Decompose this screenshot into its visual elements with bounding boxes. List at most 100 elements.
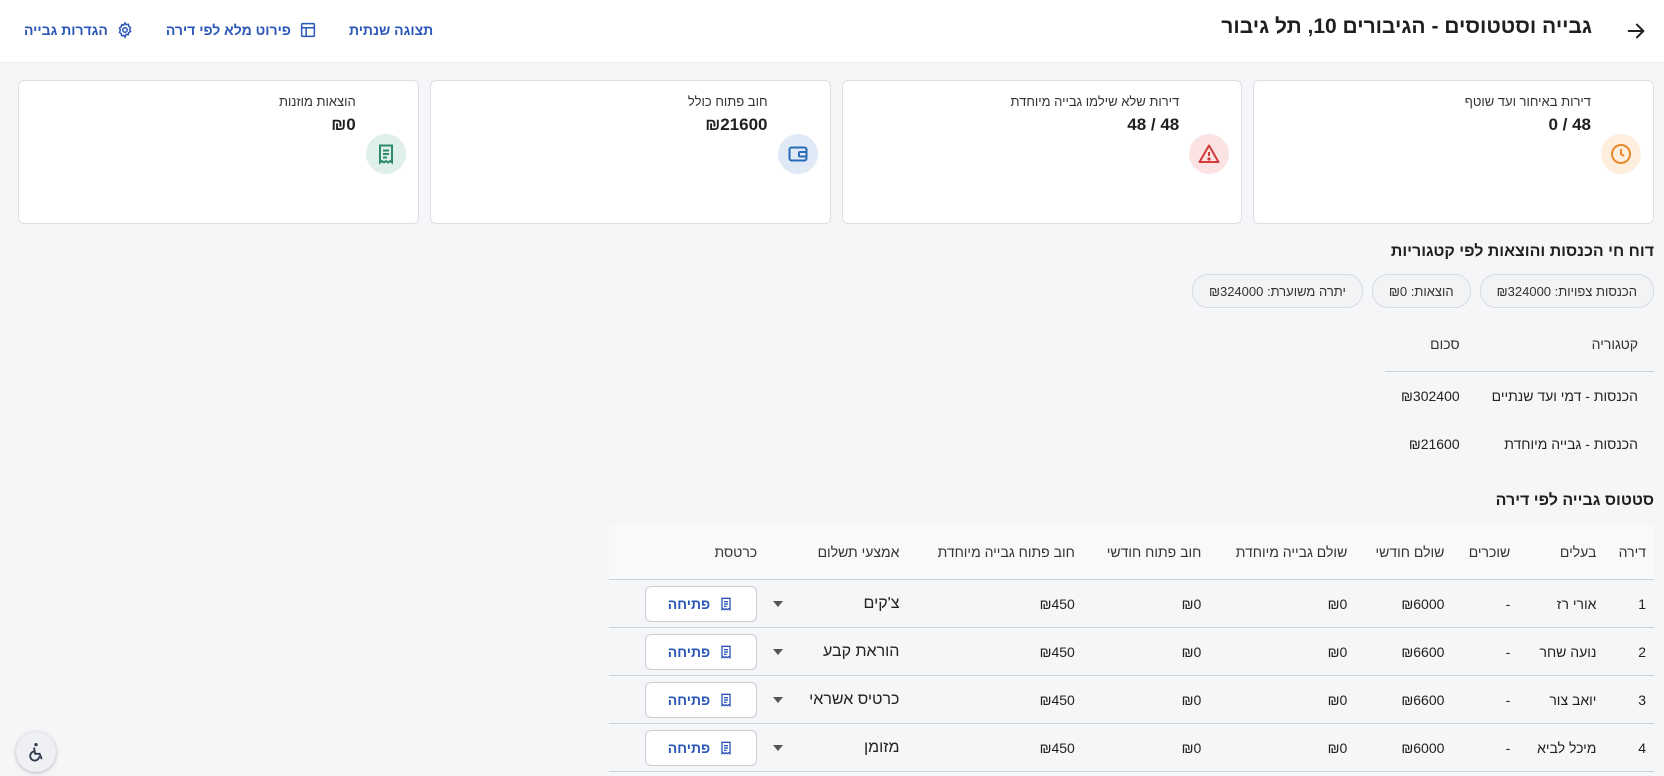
tenants-cell: - xyxy=(1452,675,1519,724)
payment-method-value: צ'קים xyxy=(863,594,900,612)
open-ledger-label: פתיחה xyxy=(667,691,711,708)
col-paid-monthly: שולם חודשי xyxy=(1355,525,1453,580)
paid-monthly-cell: ₪6000 xyxy=(1355,723,1453,772)
debt-monthly-cell: ₪0 xyxy=(1082,723,1210,772)
debt-special-cell: ₪450 xyxy=(907,723,1083,772)
paid-special-cell: ₪0 xyxy=(1209,675,1356,724)
payment-method-select[interactable]: צ'קים xyxy=(765,579,908,628)
apartments-table: דירה בעלים שוכרים שולם חודשי שולם גבייה … xyxy=(609,525,1654,772)
card-value: 48 / 48 xyxy=(1127,115,1180,134)
payment-method-value: כרטיס אשראי xyxy=(809,690,900,708)
payment-method-value: הוראת קבע xyxy=(823,642,900,660)
chevron-down-icon[interactable] xyxy=(773,600,784,607)
table-row: 3 יואב צור - ₪6600 ₪0 ₪0 ₪450 כרטיס אשראי פתיחה xyxy=(609,675,1654,724)
col-category: קטגוריה xyxy=(1475,317,1654,372)
owners-cell: אורי רז xyxy=(1518,579,1605,628)
card-label: דירות באיחור ועד שוטף xyxy=(1464,94,1591,109)
collection-settings-label: הגדרות גבייה xyxy=(24,22,108,38)
ledger-cell: פתיחה xyxy=(609,579,766,628)
category-cell: הכנסות - גבייה מיוחדת xyxy=(1504,436,1638,452)
warning-icon xyxy=(1189,134,1230,174)
ledger-cell: פתיחה xyxy=(609,675,766,724)
clock-icon xyxy=(1601,134,1641,174)
card-late-apartments: דירות באיחור ועד שוטף 48 / 0 xyxy=(1253,80,1654,224)
paid-monthly-cell: ₪6600 xyxy=(1355,675,1453,724)
tenants-cell: - xyxy=(1452,723,1519,772)
open-ledger-label: פתיחה xyxy=(667,739,711,756)
table-header-row: קטגוריה סכום xyxy=(1385,317,1654,372)
col-ledger: כרטסת xyxy=(609,525,766,580)
estimated-balance-chip: יתרה משוערת: ₪324000 xyxy=(1191,274,1363,308)
payment-method-value: מזומן xyxy=(863,738,900,756)
category-cell: הכנסות - דמי ועד שנתיים xyxy=(1491,388,1638,404)
col-payment-method: אמצעי תשלום xyxy=(765,525,908,580)
open-ledger-button[interactable]: פתיחה xyxy=(644,585,758,622)
open-ledger-label: פתיחה xyxy=(667,643,711,660)
stat-cards: דירות באיחור ועד שוטף 48 / 0 דירות שלא ש… xyxy=(18,80,1654,224)
ledger-icon xyxy=(721,693,731,707)
expected-income-chip: הכנסות צפויות: ₪324000 xyxy=(1479,274,1654,308)
full-breakdown-button[interactable]: פירוט מלא לפי דירה xyxy=(166,21,317,39)
apt-cell: 2 xyxy=(1604,627,1654,676)
apt-cell: 3 xyxy=(1604,675,1654,724)
payment-method-select[interactable]: מזומן xyxy=(765,723,908,772)
table-row: 4 מיכל לביא - ₪6000 ₪0 ₪0 ₪450 מזומן פתיחה xyxy=(609,723,1654,772)
category-table: קטגוריה סכום הכנסות - דמי ועד שנתיים ₪30… xyxy=(1385,317,1654,468)
paid-monthly-cell: ₪6600 xyxy=(1355,627,1453,676)
open-ledger-button[interactable]: פתיחה xyxy=(644,633,758,670)
debt-special-cell: ₪450 xyxy=(907,579,1083,628)
owners-cell: מיכל לביא xyxy=(1518,723,1605,772)
debt-special-cell: ₪450 xyxy=(907,627,1083,676)
payment-method-select[interactable]: הוראת קבע xyxy=(765,627,908,676)
ledger-cell: פתיחה xyxy=(609,723,766,772)
yearly-view-label: תצוגה שנתית xyxy=(348,22,434,38)
table-header-row: דירה בעלים שוכרים שולם חודשי שולם גבייה … xyxy=(609,525,1654,580)
card-total-debt: חוב פתוח כולל ₪21600 xyxy=(429,80,831,224)
debt-special-cell: ₪450 xyxy=(907,675,1083,724)
table-row: 1 אורי רז - ₪6000 ₪0 ₪0 ₪450 צ'קים פתיחה xyxy=(609,579,1654,628)
arrow-right-icon xyxy=(1627,23,1645,39)
chevron-down-icon[interactable] xyxy=(773,648,784,655)
chevron-down-icon[interactable] xyxy=(773,744,784,751)
owners-cell: יואב צור xyxy=(1518,675,1605,724)
back-button[interactable] xyxy=(1622,17,1650,45)
accessibility-button[interactable] xyxy=(16,732,56,772)
card-value: ₪0 xyxy=(331,115,356,134)
ledger-icon xyxy=(721,597,731,611)
table-icon xyxy=(300,22,316,38)
table-row: הכנסות - גבייה מיוחדת ₪21600 xyxy=(1385,420,1654,468)
col-debt-monthly: חוב פתוח חודשי xyxy=(1082,525,1210,580)
amount-cell: ₪21600 xyxy=(1408,436,1460,452)
col-debt-special: חוב פתוח גבייה מיוחדת xyxy=(907,525,1083,580)
expenses-chip: הוצאות: ₪0 xyxy=(1371,274,1471,308)
wallet-icon xyxy=(777,134,818,174)
page-title: גבייה וסטטוסים - הגיבורים 10, תל גיבור xyxy=(1221,15,1592,38)
chevron-down-icon[interactable] xyxy=(773,696,784,703)
tenants-cell: - xyxy=(1452,627,1519,676)
header-actions: הגדרות גבייה פירוט מלא לפי דירה תצוגה שנ… xyxy=(24,16,433,44)
receipt-icon xyxy=(365,134,406,174)
collection-settings-button[interactable]: הגדרות גבייה xyxy=(24,21,134,39)
report-title: דוח חי הכנסות והוצאות לפי קטגוריות xyxy=(1390,243,1654,260)
ledger-cell: פתיחה xyxy=(609,627,766,676)
ledger-icon xyxy=(721,741,731,755)
open-ledger-label: פתיחה xyxy=(667,595,711,612)
accessibility-icon xyxy=(29,743,43,762)
debt-monthly-cell: ₪0 xyxy=(1082,579,1210,628)
apartments-title: סטטוס גבייה לפי דירה xyxy=(1495,492,1654,509)
col-owners: בעלים xyxy=(1518,525,1605,580)
debt-monthly-cell: ₪0 xyxy=(1082,627,1210,676)
open-ledger-button[interactable]: פתיחה xyxy=(644,681,758,718)
card-label: הוצאות מוזנות xyxy=(278,94,356,109)
gear-icon xyxy=(118,21,132,39)
col-apt: דירה xyxy=(1604,525,1654,580)
payment-method-select[interactable]: כרטיס אשראי xyxy=(765,675,908,724)
paid-special-cell: ₪0 xyxy=(1209,627,1356,676)
col-tenants: שוכרים xyxy=(1452,525,1519,580)
yearly-view-button[interactable]: תצוגה שנתית xyxy=(349,22,433,38)
card-unpaid-special: דירות שלא שילמו גבייה מיוחדת 48 / 48 xyxy=(841,80,1243,224)
open-ledger-button[interactable]: פתיחה xyxy=(644,729,758,766)
card-label: דירות שלא שילמו גבייה מיוחדת xyxy=(1010,94,1180,109)
full-breakdown-label: פירוט מלא לפי דירה xyxy=(165,22,291,38)
table-row: הכנסות - דמי ועד שנתיים ₪302400 xyxy=(1385,372,1654,421)
